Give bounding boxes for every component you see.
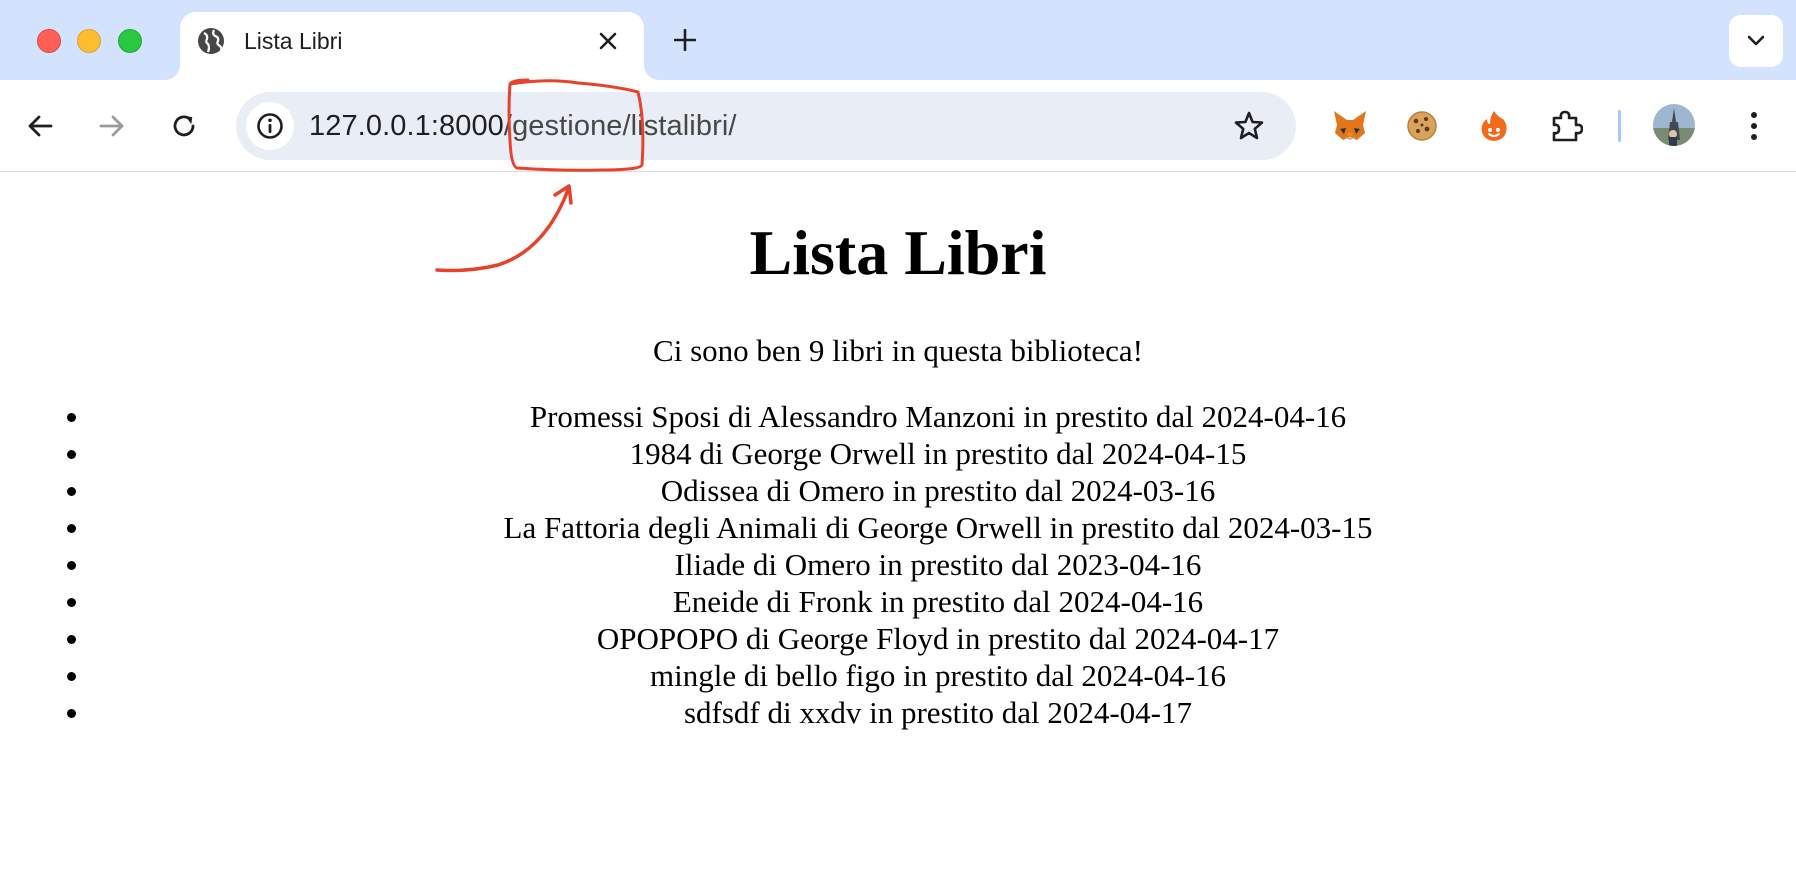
toolbar-divider	[1618, 110, 1621, 142]
reload-button[interactable]	[163, 105, 205, 147]
star-icon	[1234, 111, 1264, 140]
close-window-button[interactable]	[37, 29, 61, 53]
plus-icon	[674, 29, 696, 51]
tab-search-button[interactable]	[1729, 15, 1783, 67]
profile-avatar[interactable]	[1653, 104, 1695, 146]
reload-icon	[173, 115, 195, 137]
close-icon	[599, 32, 617, 50]
list-item: Eneide di Fronk in prestito dal 2024-04-…	[0, 583, 1796, 620]
new-tab-button[interactable]	[668, 23, 702, 57]
kebab-menu-icon	[1751, 112, 1757, 140]
cookie-icon	[1407, 111, 1437, 141]
list-item: sdfsdf di xxdv in prestito dal 2024-04-1…	[0, 694, 1796, 731]
intro-text: Ci sono ben 9 libri in questa biblioteca…	[653, 333, 1143, 368]
list-item: 1984 di George Orwell in prestito dal 20…	[0, 435, 1796, 472]
tab-lista-libri[interactable]: Lista Libri	[164, 12, 660, 80]
tab-close-button[interactable]	[594, 27, 622, 55]
url-text[interactable]: 127.0.0.1:8000/gestione/listalibri/	[309, 109, 737, 143]
metamask-fox-icon	[1334, 111, 1366, 140]
cookie-extension-button[interactable]	[1400, 104, 1444, 148]
extensions-button[interactable]	[1544, 104, 1588, 148]
url-host: 127.0.0.1:8000	[309, 110, 504, 142]
chevron-down-icon	[1747, 35, 1765, 46]
list-item: Promessi Sposi di Alessandro Manzoni in …	[0, 398, 1796, 435]
browser-menu-button[interactable]	[1734, 105, 1774, 147]
list-item: OPOPOPO di George Floyd in prestito dal …	[0, 620, 1796, 657]
page-title: Lista Libri	[749, 217, 1047, 288]
minimize-window-button[interactable]	[77, 29, 101, 53]
flame-mascot-icon	[1481, 111, 1507, 141]
puzzle-piece-icon	[1552, 110, 1583, 142]
list-item: La Fattoria degli Animali di George Orwe…	[0, 509, 1796, 546]
site-info-button[interactable]	[246, 102, 294, 150]
list-item: Iliade di Omero in prestito dal 2023-04-…	[0, 546, 1796, 583]
back-button[interactable]	[19, 105, 61, 147]
address-bar[interactable]: 127.0.0.1:8000/gestione/listalibri/	[236, 92, 1296, 160]
metamask-extension-button[interactable]	[1328, 104, 1372, 148]
maximize-window-button[interactable]	[118, 29, 142, 53]
info-icon	[257, 113, 283, 139]
list-item: mingle di bello figo in prestito dal 202…	[0, 657, 1796, 694]
bookmark-button[interactable]	[1232, 109, 1266, 143]
tab-strip: Lista Libri	[0, 0, 1796, 80]
browser-toolbar: 127.0.0.1:8000/gestione/listalibri/	[0, 80, 1796, 172]
globe-icon	[198, 28, 224, 54]
forward-button[interactable]	[91, 105, 133, 147]
flame-extension-button[interactable]	[1472, 104, 1516, 148]
tab-title: Lista Libri	[244, 28, 343, 54]
book-list: Promessi Sposi di Alessandro Manzoni in …	[0, 398, 1796, 731]
url-path: /gestione/listalibri/	[503, 110, 737, 142]
avatar-icon	[1653, 104, 1695, 146]
page-content: Lista Libri Ci sono ben 9 libri in quest…	[0, 173, 1796, 888]
arrow-left-icon	[28, 115, 53, 137]
arrow-right-icon	[99, 115, 124, 137]
list-item: Odissea di Omero in prestito dal 2024-03…	[0, 472, 1796, 509]
